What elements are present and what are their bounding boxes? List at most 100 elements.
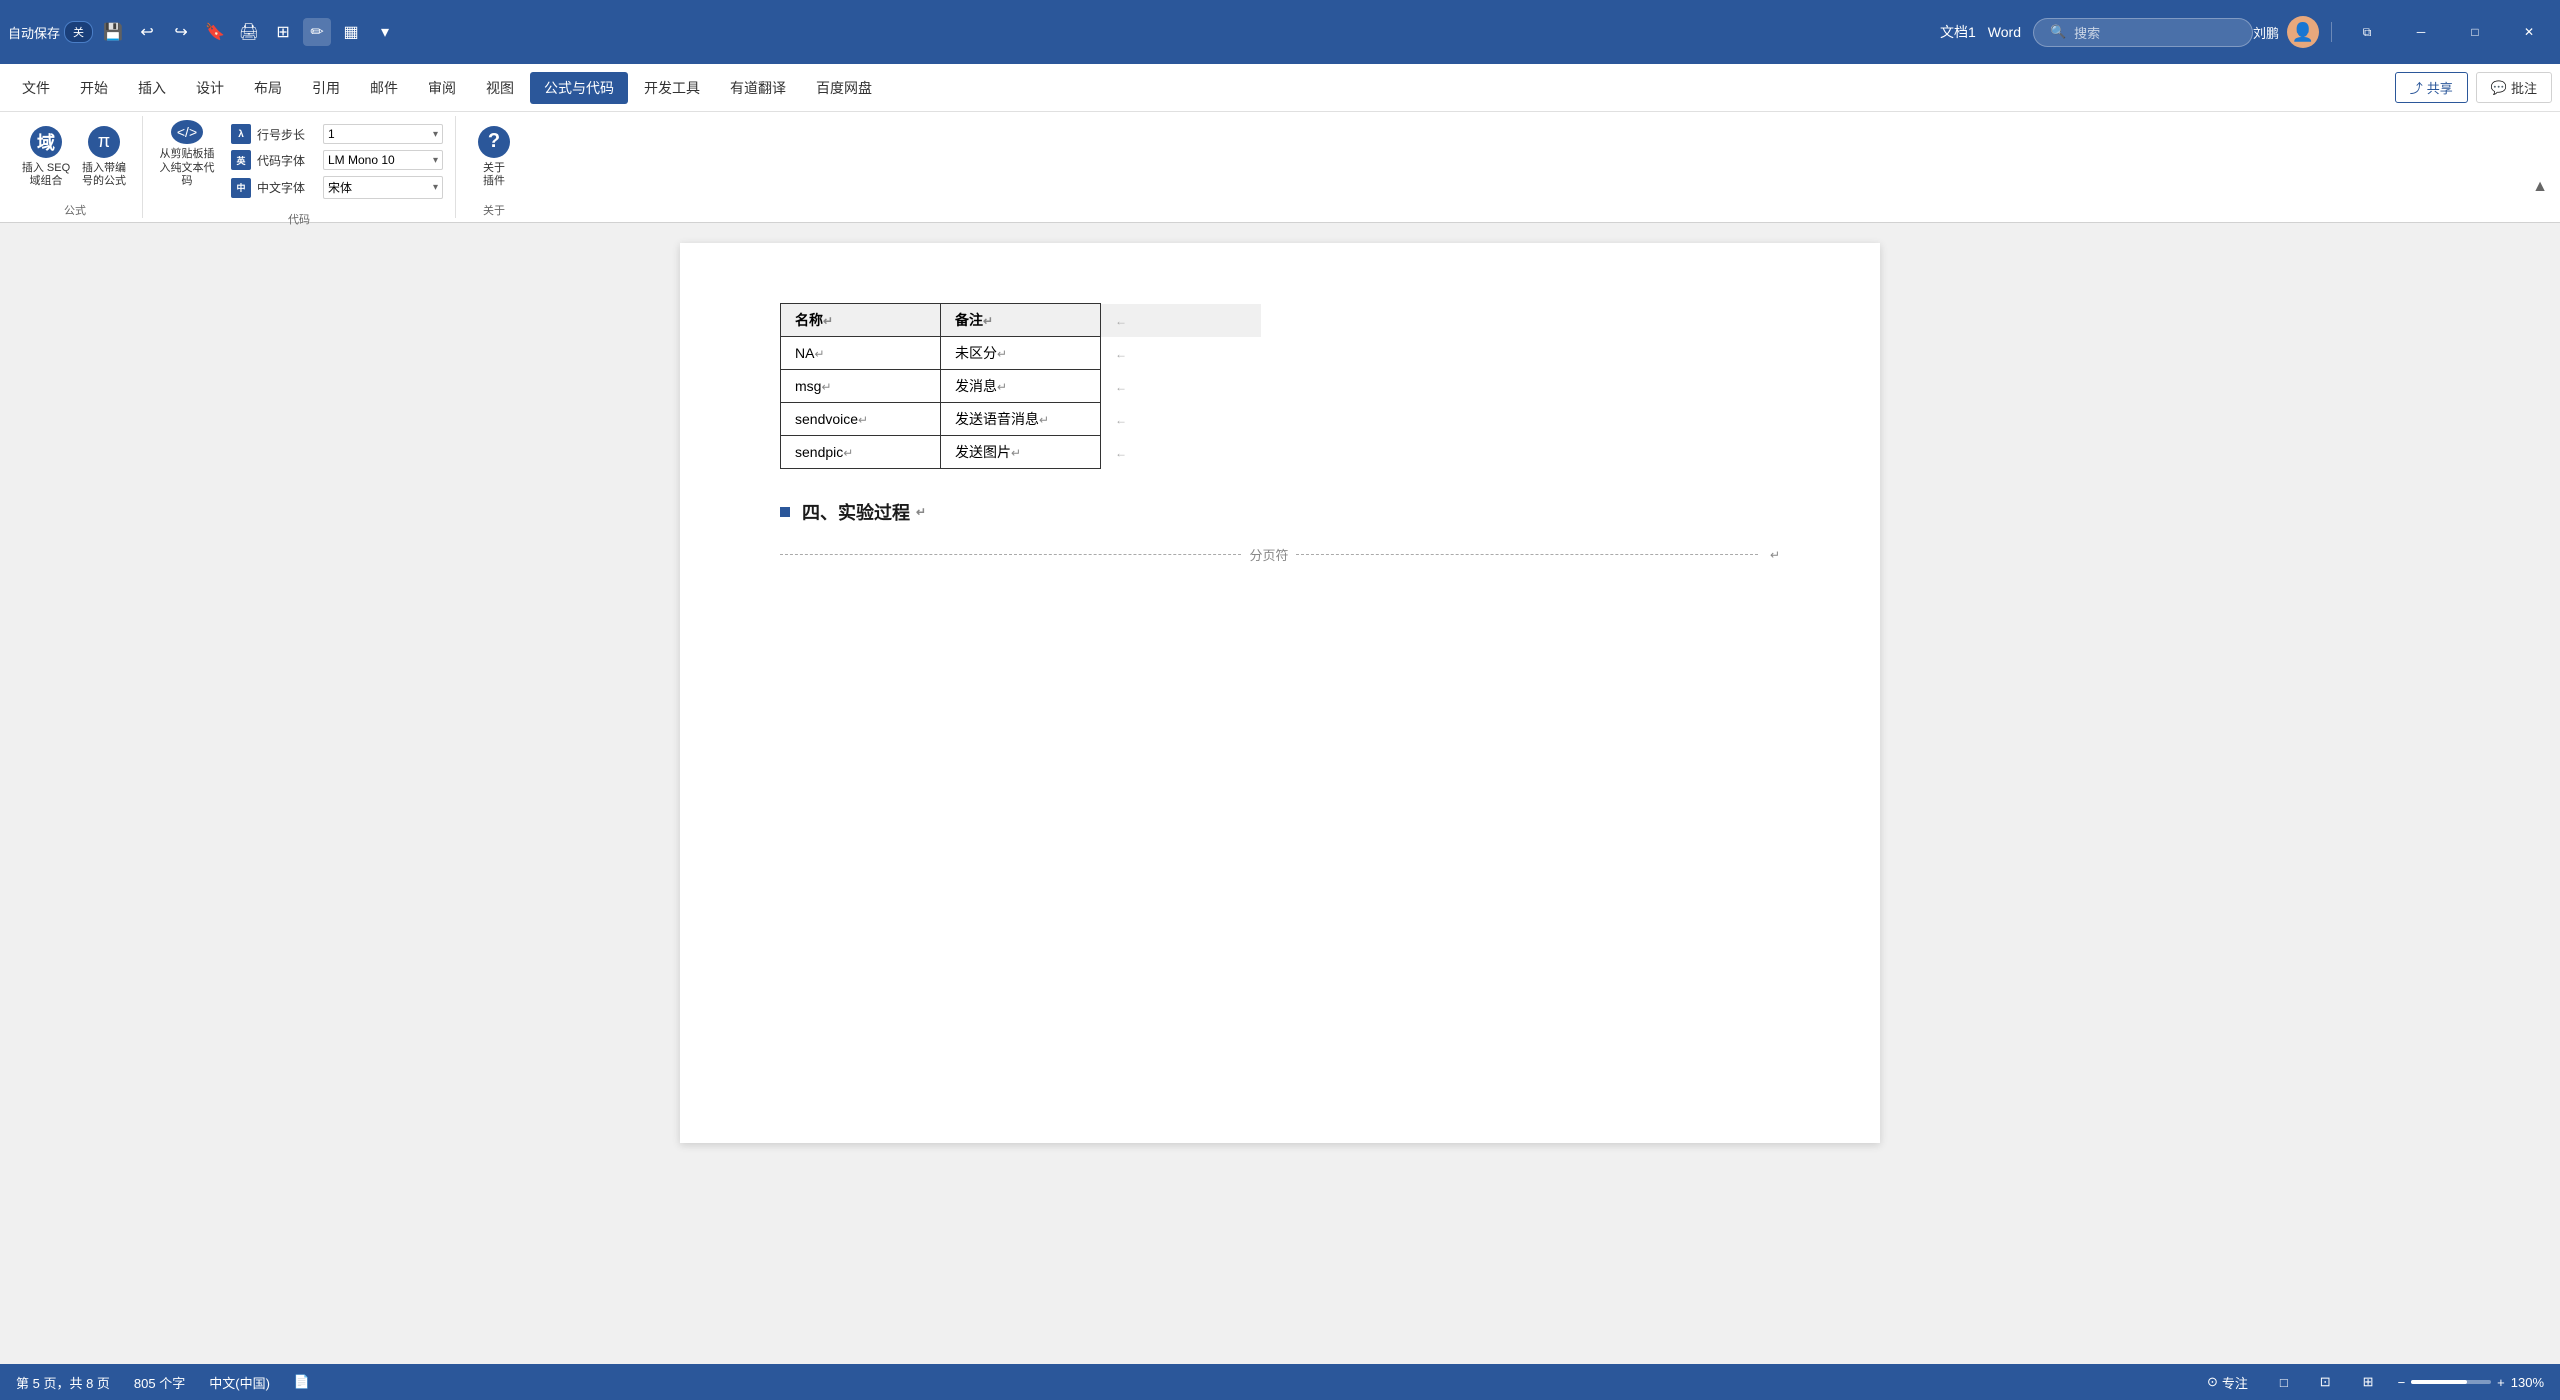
read-view-icon: ⊞ — [2363, 1374, 2374, 1390]
minimize-button[interactable]: ─ — [2398, 16, 2444, 48]
menu-home[interactable]: 开始 — [66, 72, 122, 104]
cn-font-arrow: ▾ — [433, 182, 438, 193]
dropdown-icon[interactable]: ▾ — [371, 18, 399, 46]
undo-icon[interactable]: ↩ — [133, 18, 161, 46]
cn-font-select[interactable]: 宋体 ▾ — [323, 176, 443, 199]
focus-mode-button[interactable]: ⊙ 专注 — [2199, 1370, 2256, 1395]
language: 中文(中国) — [209, 1373, 270, 1392]
pen-icon[interactable]: ✏ — [303, 18, 331, 46]
table-row: sendvoice↵ 发送语音消息↵ ← — [781, 403, 1261, 436]
maximize-button[interactable]: □ — [2452, 16, 2498, 48]
toolbar: 域 插入 SEQ域组合 π 插入带编号的公式 公式 </> — [0, 112, 2560, 222]
status-bar-right: ⊙ 专注 □ ⊡ ⊞ − + 130% — [2199, 1370, 2544, 1395]
menu-formula-code[interactable]: 公式与代码 — [530, 72, 628, 104]
menu-insert[interactable]: 插入 — [124, 72, 180, 104]
print-view-icon: □ — [2280, 1375, 2288, 1390]
grid-icon[interactable]: ▦ — [337, 18, 365, 46]
restore-down-button[interactable]: ⧉ — [2344, 16, 2390, 48]
menu-layout[interactable]: 布局 — [240, 72, 296, 104]
menu-references[interactable]: 引用 — [298, 72, 354, 104]
insert-domain-button[interactable]: 域 插入 SEQ域组合 — [20, 123, 72, 191]
search-placeholder: 搜索 — [2074, 23, 2100, 42]
about-group-label: 关于 — [483, 202, 505, 218]
line-step-row: λ 行号步长 1 ▾ — [231, 124, 443, 144]
line-step-arrow: ▾ — [433, 129, 438, 140]
zoom-plus-button[interactable]: + — [2497, 1375, 2505, 1390]
page-break-dots-right — [1296, 554, 1757, 555]
word-count: 805 个字 — [134, 1373, 185, 1392]
paste-plain-button[interactable]: </> 从剪贴板插入纯文本代码 — [155, 120, 219, 188]
zoom-slider[interactable] — [2411, 1380, 2491, 1384]
status-bar: 第 5 页，共 8 页 805 个字 中文(中国) 📄 ⊙ 专注 □ ⊡ ⊞ −… — [0, 1364, 2560, 1400]
bullet-icon — [780, 507, 790, 517]
share-button[interactable]: ⤴ 共享 — [2395, 72, 2468, 103]
menu-file[interactable]: 文件 — [8, 72, 64, 104]
table-header-extra: ← — [1101, 304, 1261, 337]
cn-icon: 中 — [231, 178, 251, 198]
web-view-button[interactable]: ⊡ — [2312, 1371, 2339, 1393]
table-row: NA↵ 未区分↵ ← — [781, 337, 1261, 370]
toolbar-code-content: </> 从剪贴板插入纯文本代码 λ 行号步长 1 ▾ — [155, 116, 443, 207]
menu-mailings[interactable]: 邮件 — [356, 72, 412, 104]
en-font-select[interactable]: LM Mono 10 ▾ — [323, 150, 443, 170]
cn-font-value: 宋体 — [328, 179, 352, 196]
menu-review[interactable]: 审阅 — [414, 72, 470, 104]
section-4-text: 四、实验过程 — [802, 499, 910, 525]
search-icon: 🔍 — [2050, 24, 2066, 40]
menu-design[interactable]: 设计 — [182, 72, 238, 104]
section-4-heading: 四、实验过程 ↵ — [780, 499, 1780, 525]
menu-developer[interactable]: 开发工具 — [630, 72, 714, 104]
user-avatar[interactable]: 👤 — [2287, 16, 2319, 48]
domain-icon: 域 — [30, 126, 62, 158]
question-icon: ? — [478, 126, 510, 158]
en-font-arrow: ▾ — [433, 155, 438, 166]
document-content[interactable]: 名称↵ 备注↵ ← NA↵ 未区分↵ ← msg↵ 发消息↵ ← sendvoi… — [0, 223, 2560, 1365]
line-step-select[interactable]: 1 ▾ — [323, 124, 443, 144]
table-cell-na-note: 未区分↵ — [941, 337, 1101, 370]
redo-icon[interactable]: ↪ — [167, 18, 195, 46]
table-cell-msg: msg↵ — [781, 370, 941, 403]
cn-font-label: 中文字体 — [257, 179, 317, 196]
ribbon-collapse-button[interactable]: ▲ — [2532, 178, 2548, 196]
title-bar: 自动保存 关 💾 ↩ ↪ 🔖 🖨 ⊞ ✏ ▦ ▾ 文档1 Word 🔍 搜索 刘… — [0, 0, 2560, 64]
table-cell-sendvoice: sendvoice↵ — [781, 403, 941, 436]
menu-baidu[interactable]: 百度网盘 — [802, 72, 886, 104]
doc-title: 文档1 — [1940, 22, 1976, 42]
toolbar-formula-group: 域 插入 SEQ域组合 π 插入带编号的公式 公式 — [8, 116, 143, 218]
table-cell-sendpic: sendpic↵ — [781, 436, 941, 469]
empty-page-content — [780, 584, 1780, 984]
share-icon: ⤴ — [2410, 78, 2423, 97]
menu-youdao[interactable]: 有道翻译 — [716, 72, 800, 104]
table-icon[interactable]: ⊞ — [269, 18, 297, 46]
title-bar-left: 自动保存 关 💾 ↩ ↪ 🔖 🖨 ⊞ ✏ ▦ ▾ — [8, 18, 1940, 46]
menu-view[interactable]: 视图 — [472, 72, 528, 104]
autosave-toggle-button[interactable]: 关 — [64, 21, 93, 43]
table-row: msg↵ 发消息↵ ← — [781, 370, 1261, 403]
line-step-value: 1 — [328, 127, 335, 141]
cn-font-row: 中 中文字体 宋体 ▾ — [231, 176, 443, 199]
table-header-name: 名称↵ — [781, 304, 941, 337]
about-plugin-button[interactable]: ? 关于插件 — [468, 123, 520, 191]
ribbon: 文件 开始 插入 设计 布局 引用 邮件 审阅 视图 公式与代码 开发工具 有道… — [0, 64, 2560, 223]
formula-group-label: 公式 — [64, 202, 86, 218]
print-preview-icon[interactable]: 🖨 — [235, 18, 263, 46]
read-view-button[interactable]: ⊞ — [2355, 1371, 2382, 1393]
table-cell-sendvoice-note: 发送语音消息↵ — [941, 403, 1101, 436]
bookmark-icon[interactable]: 🔖 — [201, 18, 229, 46]
toolbar-code-group: </> 从剪贴板插入纯文本代码 λ 行号步长 1 ▾ — [143, 116, 456, 218]
zoom-minus-button[interactable]: − — [2398, 1375, 2406, 1390]
data-table: 名称↵ 备注↵ ← NA↵ 未区分↵ ← msg↵ 发消息↵ ← sendvoi… — [780, 303, 1261, 469]
comment-button[interactable]: 💬 批注 — [2476, 72, 2552, 103]
user-name: 刘鹏 — [2253, 23, 2279, 42]
print-view-button[interactable]: □ — [2272, 1372, 2296, 1393]
web-view-icon: ⊡ — [2320, 1374, 2331, 1390]
insert-formula-button[interactable]: π 插入带编号的公式 — [78, 123, 130, 191]
save-icon[interactable]: 💾 — [99, 18, 127, 46]
toolbar-about-group: ? 关于插件 关于 — [456, 116, 532, 218]
close-button[interactable]: ✕ — [2506, 16, 2552, 48]
page-break-dots-left — [780, 554, 1241, 555]
comment-icon: 💬 — [2491, 80, 2507, 96]
en-icon: 英 — [231, 150, 251, 170]
search-box[interactable]: 🔍 搜索 — [2033, 18, 2253, 47]
toolbar-about-content: ? 关于插件 — [468, 116, 520, 198]
